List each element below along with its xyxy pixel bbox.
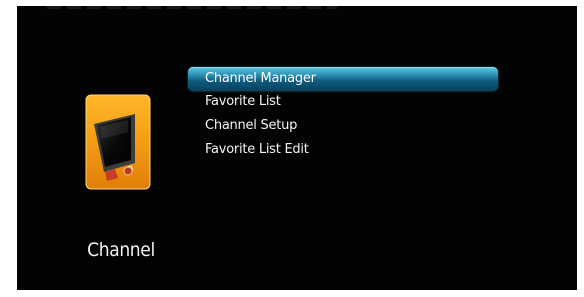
category-label: Channel — [87, 239, 155, 261]
tv-icon — [85, 94, 151, 190]
screen: Channel Channel Manager Favorite List Ch… — [0, 0, 584, 297]
menu-item-channel-setup[interactable]: Channel Setup — [188, 115, 498, 139]
menu-item-favorite-list[interactable]: Favorite List — [188, 91, 498, 115]
tv-menu-screen: Channel Channel Manager Favorite List Ch… — [17, 6, 577, 290]
channel-menu-list: Channel Manager Favorite List Channel Se… — [188, 67, 498, 163]
top-menu-remnant — [47, 6, 337, 9]
menu-item-favorite-list-edit[interactable]: Favorite List Edit — [188, 139, 498, 163]
menu-item-channel-manager[interactable]: Channel Manager — [188, 67, 498, 91]
